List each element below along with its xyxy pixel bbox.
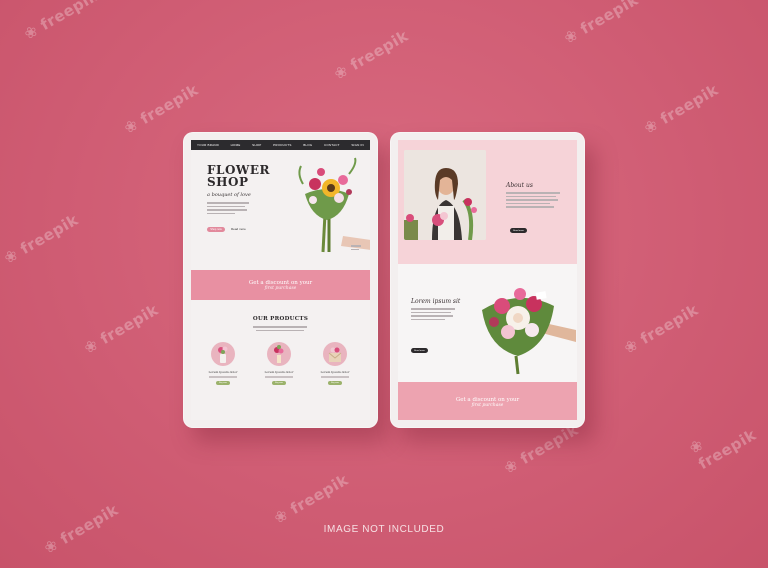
hero-side-lines bbox=[351, 245, 361, 250]
hero-section: FLOWER SHOP a bouquet of love Shop now R… bbox=[191, 150, 370, 270]
right-tablet-screen: About us Read more Lorem ipsum sit Read … bbox=[398, 140, 577, 420]
feature-section: Lorem ipsum sit Read more bbox=[398, 264, 577, 382]
product-name: Lorem Ipsum dolor bbox=[208, 370, 238, 374]
watermark: freepik bbox=[121, 81, 201, 138]
product-card[interactable]: Lorem Ipsum dolor Buy now bbox=[313, 342, 357, 385]
watermark: freepik bbox=[501, 421, 581, 478]
banner-line2: first purchase bbox=[471, 402, 504, 408]
nav-item-home[interactable]: HOME bbox=[231, 143, 241, 147]
watermark: freepik bbox=[271, 471, 351, 528]
hero-text-lines bbox=[207, 202, 249, 214]
products-subtext bbox=[253, 326, 307, 331]
watermark: freepik bbox=[686, 403, 768, 473]
watermark: freepik bbox=[641, 81, 721, 138]
product-image bbox=[267, 342, 291, 366]
nav-item-signin[interactable]: SIGN IN bbox=[351, 143, 364, 147]
discount-banner: Get a discount on your first purchase bbox=[398, 382, 577, 420]
about-section: About us Read more bbox=[398, 140, 577, 264]
hero-title: FLOWER SHOP bbox=[207, 164, 270, 188]
nav-item-shop[interactable]: SHOP bbox=[252, 143, 261, 147]
shop-now-button[interactable]: Shop now bbox=[207, 227, 225, 232]
product-name: Lorem Ipsum dolor bbox=[264, 370, 294, 374]
left-tablet: YOUR BRAND HOME SHOP PRODUCTS BLOG CONTA… bbox=[183, 132, 378, 428]
florist-photo bbox=[404, 150, 486, 240]
hero-script: a bouquet of love bbox=[207, 192, 251, 198]
buy-now-button[interactable]: Buy now bbox=[328, 380, 342, 385]
discount-banner: Get a discount on your first purchase bbox=[191, 270, 370, 300]
nav-item-products[interactable]: PRODUCTS bbox=[273, 143, 291, 147]
product-card[interactable]: Lorem Ipsum dolor Buy now bbox=[257, 342, 301, 385]
read-more-link[interactable]: Read more bbox=[231, 227, 246, 231]
feature-read-more-button[interactable]: Read more bbox=[411, 348, 428, 353]
watermark: freepik bbox=[1, 211, 81, 268]
right-tablet: About us Read more Lorem ipsum sit Read … bbox=[390, 132, 585, 428]
image-not-included-caption: IMAGE NOT INCLUDED bbox=[323, 524, 445, 535]
banner-line2: first purchase bbox=[264, 285, 297, 291]
about-read-more-button[interactable]: Read more bbox=[510, 228, 527, 233]
feature-heading: Lorem ipsum sit bbox=[411, 298, 461, 305]
watermark: freepik bbox=[21, 0, 101, 43]
about-text-lines bbox=[506, 192, 560, 208]
products-heading: OUR PRODUCTS bbox=[252, 316, 309, 322]
watermark: freepik bbox=[331, 27, 411, 84]
hero-title-line2: SHOP bbox=[207, 175, 249, 189]
bouquet-image bbox=[482, 288, 576, 375]
product-card[interactable]: Lorem Ipsum dolor Buy now bbox=[201, 342, 245, 385]
product-image bbox=[323, 342, 347, 366]
top-nav: YOUR BRAND HOME SHOP PRODUCTS BLOG CONTA… bbox=[191, 140, 370, 150]
nav-item-blog[interactable]: BLOG bbox=[303, 143, 312, 147]
left-tablet-screen: YOUR BRAND HOME SHOP PRODUCTS BLOG CONTA… bbox=[191, 140, 370, 420]
nav-item-brand[interactable]: YOUR BRAND bbox=[197, 143, 219, 147]
nav-item-contact[interactable]: CONTACT bbox=[324, 143, 340, 147]
product-image bbox=[211, 342, 235, 366]
products-section: OUR PRODUCTS Lorem Ipsum dolor Buy now L… bbox=[191, 300, 370, 420]
about-heading: About us bbox=[506, 182, 533, 189]
buy-now-button[interactable]: Buy now bbox=[216, 380, 230, 385]
feature-text-lines bbox=[411, 308, 455, 320]
watermark: freepik bbox=[561, 0, 641, 47]
buy-now-button[interactable]: Buy now bbox=[272, 380, 286, 385]
watermark: freepik bbox=[621, 301, 701, 358]
watermark: freepik bbox=[81, 301, 161, 358]
product-name: Lorem Ipsum dolor bbox=[320, 370, 350, 374]
